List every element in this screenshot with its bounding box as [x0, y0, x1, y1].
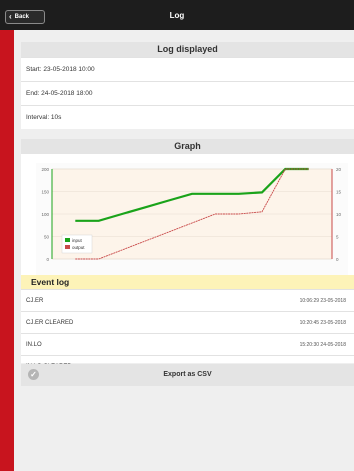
- event-log-heading: Event log: [21, 275, 354, 289]
- graph-heading: Graph: [21, 139, 354, 154]
- event-row: CJ.ER 10:06:29 23-05-2018: [21, 289, 354, 311]
- frame-left: [0, 30, 14, 471]
- event-name: CJ.ER CLEARED: [26, 320, 74, 326]
- graph-area: 0 50 100 150 200 0 5 10 15 20 input output: [36, 163, 348, 285]
- y-right-tick-label: 20: [336, 167, 342, 172]
- event-time: 15:20:30 24-05-2018: [299, 342, 346, 348]
- log-heading: Log displayed: [21, 42, 354, 57]
- event-name: CJ.ER: [26, 298, 44, 304]
- y-right-tick-label: 5: [336, 235, 339, 240]
- export-csv-button[interactable]: ✓ Export as CSV: [21, 364, 354, 386]
- y-right-tick-label: 15: [336, 190, 342, 195]
- legend-swatch-input: [65, 238, 70, 242]
- log-interval: Interval: 10s: [21, 105, 354, 129]
- event-time: 10:06:29 23-05-2018: [299, 298, 346, 304]
- event-time: 10:20:45 23-05-2018: [299, 320, 346, 326]
- graph-card: Graph 0 50 100 150 200 0 5 10 15 20 input output: [21, 139, 354, 291]
- log-start: Start: 23-05-2018 10:00: [21, 57, 354, 81]
- top-bar: ‹ Back Log: [0, 0, 354, 30]
- event-row: IN.LO 15:20:30 24-05-2018: [21, 333, 354, 355]
- event-row: CJ.ER CLEARED 10:20:45 23-05-2018: [21, 311, 354, 333]
- main-panel: Log displayed Start: 23-05-2018 10:00 En…: [14, 30, 354, 471]
- y-left-tick-label: 150: [41, 190, 49, 195]
- y-left-tick-label: 100: [41, 212, 49, 217]
- log-card: Log displayed Start: 23-05-2018 10:00 En…: [21, 42, 354, 129]
- event-log-card: Event log CJ.ER 10:06:29 23-05-2018 CJ.ER …: [21, 275, 354, 370]
- export-label: Export as CSV: [163, 371, 212, 378]
- page-title: Log: [169, 11, 185, 20]
- legend-label-input: input: [72, 238, 83, 243]
- y-left-tick-label: 50: [44, 235, 50, 240]
- line-chart: 0 50 100 150 200 0 5 10 15 20 input output: [41, 167, 342, 262]
- y-left-tick-label: 200: [41, 167, 49, 172]
- y-left-tick-label: 0: [46, 257, 49, 262]
- event-name: IN.LO: [26, 342, 42, 348]
- legend-swatch-output: [65, 245, 70, 249]
- legend-label-output: output: [72, 245, 85, 250]
- y-right-tick-label: 0: [336, 257, 339, 262]
- log-end: End: 24-05-2018 18:00: [21, 81, 354, 105]
- y-right-tick-label: 10: [336, 212, 342, 217]
